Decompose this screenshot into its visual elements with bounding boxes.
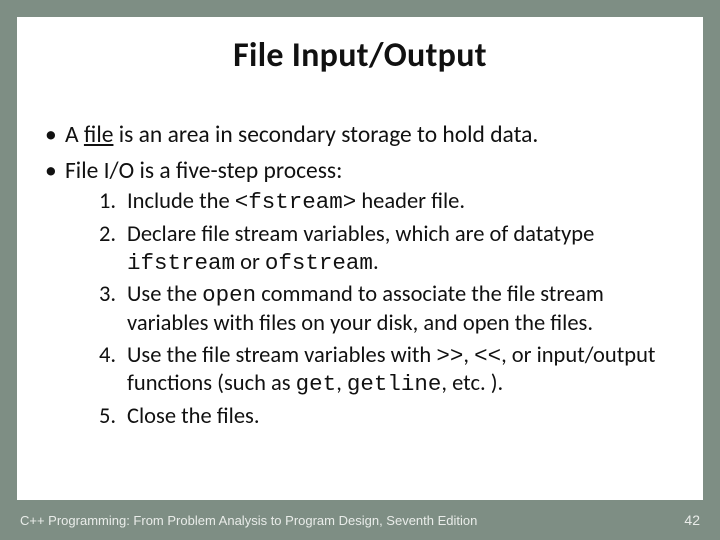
text: , <box>336 370 347 397</box>
bullet-item: File I/O is a five-step process: Include… <box>39 156 681 431</box>
list-item: Include the <fstream> header file. <box>99 188 681 216</box>
text: , etc. ). <box>441 370 503 397</box>
code-text: ifstream <box>127 250 235 276</box>
slide-footer: C++ Programming: From Problem Analysis t… <box>0 500 720 540</box>
code-text: get <box>296 371 337 397</box>
code-text: <fstream> <box>235 189 357 215</box>
underlined-text: file <box>84 121 114 149</box>
text: File I/O is a five-step process: <box>65 157 342 185</box>
text: Use the file stream variables with <box>127 342 436 369</box>
text: , <box>463 342 474 369</box>
text: Close the files. <box>127 403 260 430</box>
slide-body: A file is an area in secondary storage t… <box>17 120 703 431</box>
code-text: open <box>202 282 256 308</box>
text: Use the <box>127 281 202 308</box>
list-item: Use the file stream variables with >>, <… <box>99 342 681 399</box>
footer-text: C++ Programming: From Problem Analysis t… <box>20 513 477 528</box>
page-number: 42 <box>684 512 700 528</box>
code-text: << <box>474 343 501 369</box>
slide-content: File Input/Output A file is an area in s… <box>17 17 703 500</box>
numbered-list: Include the <fstream> header file. Decla… <box>65 188 681 431</box>
text: Declare file stream variables, which are… <box>127 221 594 248</box>
code-text: getline <box>347 371 442 397</box>
list-item: Declare file stream variables, which are… <box>99 221 681 278</box>
list-item: Use the open command to associate the fi… <box>99 281 681 338</box>
text: or <box>235 249 265 276</box>
text: header file. <box>356 188 465 215</box>
code-text: ofstream <box>265 250 373 276</box>
text: A <box>65 121 84 149</box>
code-text: >> <box>436 343 463 369</box>
text: is an area in secondary storage to hold … <box>113 121 538 149</box>
text: Include the <box>127 188 235 215</box>
bullet-item: A file is an area in secondary storage t… <box>39 120 681 150</box>
slide-title: File Input/Output <box>17 17 703 120</box>
list-item: Close the files. <box>99 403 681 431</box>
slide: File Input/Output A file is an area in s… <box>0 0 720 540</box>
text: . <box>373 249 379 276</box>
bullet-list: A file is an area in secondary storage t… <box>39 120 681 431</box>
